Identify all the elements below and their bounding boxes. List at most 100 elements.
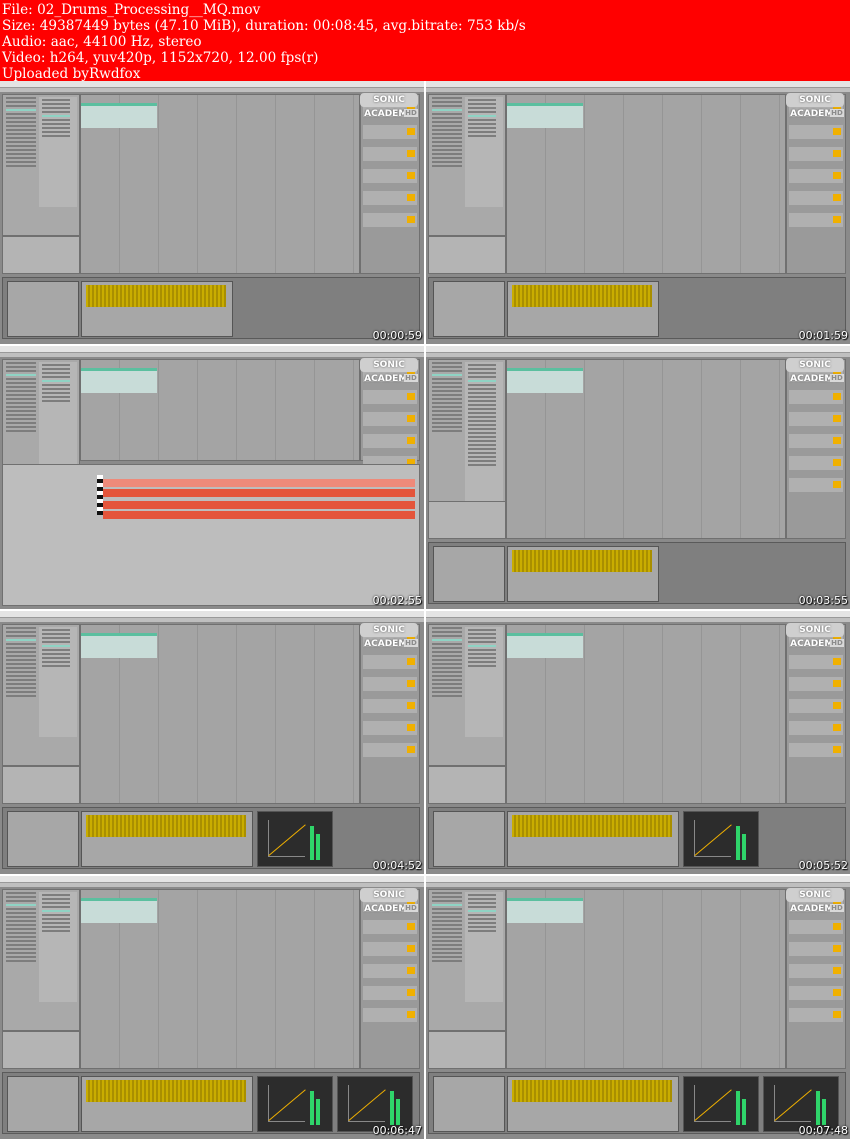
browser-file-list: [39, 627, 77, 737]
file-item: [42, 653, 70, 655]
browser-item: [432, 647, 462, 649]
browser-item: [432, 141, 462, 143]
sampler-device: [81, 1076, 253, 1132]
browser-item: [432, 928, 462, 930]
level-meter: [736, 1091, 740, 1125]
browser-item: [432, 667, 462, 669]
track-activator: [833, 415, 841, 422]
track-lane: [363, 920, 417, 934]
file-item: [468, 645, 496, 647]
browser-item: [6, 631, 36, 633]
track-lane: [363, 213, 417, 227]
track-activator: [407, 702, 415, 709]
file-item: [468, 408, 496, 410]
browser-item: [6, 679, 36, 681]
file-item: [42, 119, 70, 121]
video-thumbnail: SONIC ACADEMY HD 00:03:55: [426, 346, 850, 609]
sample-waveform: [86, 285, 226, 307]
file-item: [468, 918, 496, 920]
compressor-curve: [774, 1085, 811, 1122]
track-lane: [789, 213, 843, 227]
browser-item: [432, 149, 462, 151]
track-lane: [789, 655, 843, 669]
window-title-bar: [0, 883, 424, 887]
browser-item: [6, 414, 36, 416]
file-item: [468, 894, 496, 896]
browser-item: [432, 402, 462, 404]
file-item: [468, 428, 496, 430]
header-line: Audio: aac, 44100 Hz, stereo: [2, 34, 202, 50]
browser-item: [432, 366, 462, 368]
browser-item: [432, 406, 462, 408]
browser-file-list: [39, 97, 77, 207]
track-lane: [363, 125, 417, 139]
file-item: [42, 637, 70, 639]
browser-item: [432, 683, 462, 685]
academy-logo: SONIC ACADEMY: [360, 93, 418, 119]
file-item: [468, 452, 496, 454]
level-meter: [396, 1099, 400, 1125]
browser-panel: [428, 94, 506, 236]
video-thumbnail: SONIC ACADEMY HD 00:02:55: [0, 346, 424, 609]
browser-item: [6, 370, 36, 372]
browser-item: [6, 149, 36, 151]
browser-item: [432, 165, 462, 167]
file-item: [468, 368, 496, 370]
track-lane: [789, 986, 843, 1000]
track-lane: [789, 456, 843, 470]
browser-item: [432, 932, 462, 934]
track-lane: [363, 390, 417, 404]
sample-waveform: [512, 1080, 672, 1102]
browser-item: [432, 109, 462, 111]
browser-item: [432, 121, 462, 123]
browser-item: [6, 639, 36, 641]
compressor-curve: [694, 1085, 731, 1122]
browser-item: [432, 896, 462, 898]
track-activator: [833, 989, 841, 996]
file-item: [468, 629, 496, 631]
file-item: [42, 364, 70, 366]
device-chain: [428, 1072, 846, 1134]
browser-item: [6, 960, 36, 962]
browser-item: [6, 430, 36, 432]
browser-item: [6, 153, 36, 155]
compressor-device: [683, 1076, 759, 1132]
file-item: [468, 424, 496, 426]
menu-bar: [0, 611, 424, 626]
track-lane: [789, 920, 843, 934]
browser-item: [432, 655, 462, 657]
browser-item: [432, 418, 462, 420]
browser-item: [6, 916, 36, 918]
file-info-header: File: 02_Drums_Processing__MQ.mov Size: 4…: [0, 0, 850, 82]
track-activator: [833, 150, 841, 157]
file-item: [468, 665, 496, 667]
file-item: [468, 910, 496, 912]
track-activator: [833, 923, 841, 930]
file-item: [468, 456, 496, 458]
drum-clip: [507, 103, 583, 128]
track-activator: [407, 172, 415, 179]
browser-file-list: [465, 892, 503, 1002]
menu-bar: [0, 876, 424, 891]
file-item: [468, 637, 496, 639]
compressor-curve: [268, 820, 305, 857]
track-activator: [833, 746, 841, 753]
track-lane: [363, 743, 417, 757]
sample-waveform: [512, 550, 652, 572]
browser-item: [6, 129, 36, 131]
mixer-panel: [786, 889, 846, 1069]
header-line: Video: h264, yuv420p, 1152x720, 12.00 fp…: [2, 50, 319, 66]
device-chain: [428, 277, 846, 339]
track-activator: [407, 393, 415, 400]
file-item: [468, 99, 496, 101]
browser-item: [6, 687, 36, 689]
file-item: [468, 448, 496, 450]
browser-item: [6, 908, 36, 910]
file-item: [468, 898, 496, 900]
info-view: [428, 501, 506, 539]
file-item: [42, 629, 70, 631]
browser-item: [432, 635, 462, 637]
timestamp: 00:01:59: [798, 329, 848, 342]
track-lane: [363, 964, 417, 978]
file-item: [42, 135, 70, 137]
